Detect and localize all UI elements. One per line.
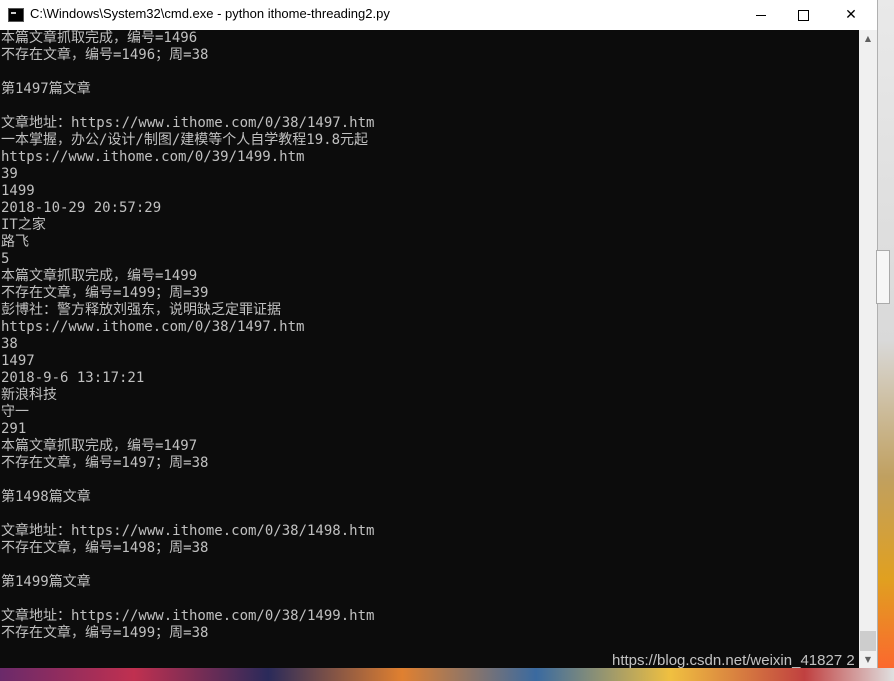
console-line: 不存在文章，编号=1499；周=38: [1, 625, 209, 641]
desktop-background-right: [878, 0, 894, 681]
console-line: 本篇文章抓取完成，编号=1497: [1, 438, 198, 454]
console-line: 文章地址：https://www.ithome.com/0/38/1499.ht…: [1, 608, 375, 624]
minimize-icon: [756, 14, 766, 16]
close-icon: ✕: [845, 7, 857, 23]
console-line: 一本掌握，办公/设计/制图/建模等个人自学教程19.8元起: [1, 132, 368, 148]
console-line: 不存在文章，编号=1497；周=38: [1, 455, 209, 471]
console-line: IT之家: [1, 217, 46, 233]
console-line: 不存在文章，编号=1496；周=38: [1, 47, 209, 63]
window-title: C:\Windows\System32\cmd.exe - python ith…: [30, 6, 390, 21]
console-line: 39: [1, 166, 18, 182]
console-line: 2018-10-29 20:57:29: [1, 200, 162, 216]
console-line: 本篇文章抓取完成，编号=1496: [1, 30, 198, 46]
minimize-button[interactable]: [738, 0, 784, 30]
console-output[interactable]: 本篇文章抓取完成，编号=1496 不存在文章，编号=1496；周=38 第1497…: [0, 30, 859, 668]
console-line: 本篇文章抓取完成，编号=1499: [1, 268, 198, 284]
console-line: 1497: [1, 353, 35, 369]
console-line: 守一: [1, 404, 29, 420]
scroll-thumb[interactable]: [860, 631, 876, 651]
console-line: 第1498篇文章: [1, 489, 91, 505]
maximize-button[interactable]: [780, 0, 826, 30]
desktop-background-bottom: [0, 668, 894, 681]
console-line: 新浪科技: [1, 387, 57, 403]
close-button[interactable]: ✕: [828, 0, 874, 30]
scroll-down-icon[interactable]: ▼: [859, 651, 877, 668]
console-line: 第1497篇文章: [1, 81, 91, 97]
title-bar[interactable]: C:\Windows\System32\cmd.exe - python ith…: [0, 0, 877, 30]
console-line: 5: [1, 251, 10, 267]
console-line: 291: [1, 421, 27, 437]
scroll-up-icon[interactable]: ▲: [859, 30, 877, 47]
console-line: 文章地址：https://www.ithome.com/0/38/1497.ht…: [1, 115, 375, 131]
background-window-edge: [876, 250, 890, 304]
console-text: 本篇文章抓取完成，编号=1496 不存在文章，编号=1496；周=38 第1497…: [0, 30, 859, 642]
maximize-icon: [797, 9, 809, 21]
console-line: 1499: [1, 183, 35, 199]
console-line: https://www.ithome.com/0/39/1499.htm: [1, 149, 305, 165]
console-line: 文章地址：https://www.ithome.com/0/38/1498.ht…: [1, 523, 375, 539]
console-line: 彭博社：警方释放刘强东，说明缺乏定罪证据: [1, 302, 281, 318]
console-line: 38: [1, 336, 18, 352]
console-line: 路飞: [1, 234, 29, 250]
console-line: 第1499篇文章: [1, 574, 91, 590]
console-line: https://www.ithome.com/0/38/1497.htm: [1, 319, 305, 335]
console-line: 不存在文章，编号=1499；周=39: [1, 285, 209, 301]
cmd-window: C:\Windows\System32\cmd.exe - python ith…: [0, 0, 878, 668]
cmd-app-icon[interactable]: [8, 8, 24, 22]
console-line: 2018-9-6 13:17:21: [1, 370, 145, 386]
vertical-scrollbar[interactable]: ▲ ▼: [859, 30, 877, 668]
watermark-text: https://blog.csdn.net/weixin_41827 2: [612, 652, 855, 669]
console-line: 不存在文章，编号=1498；周=38: [1, 540, 209, 556]
